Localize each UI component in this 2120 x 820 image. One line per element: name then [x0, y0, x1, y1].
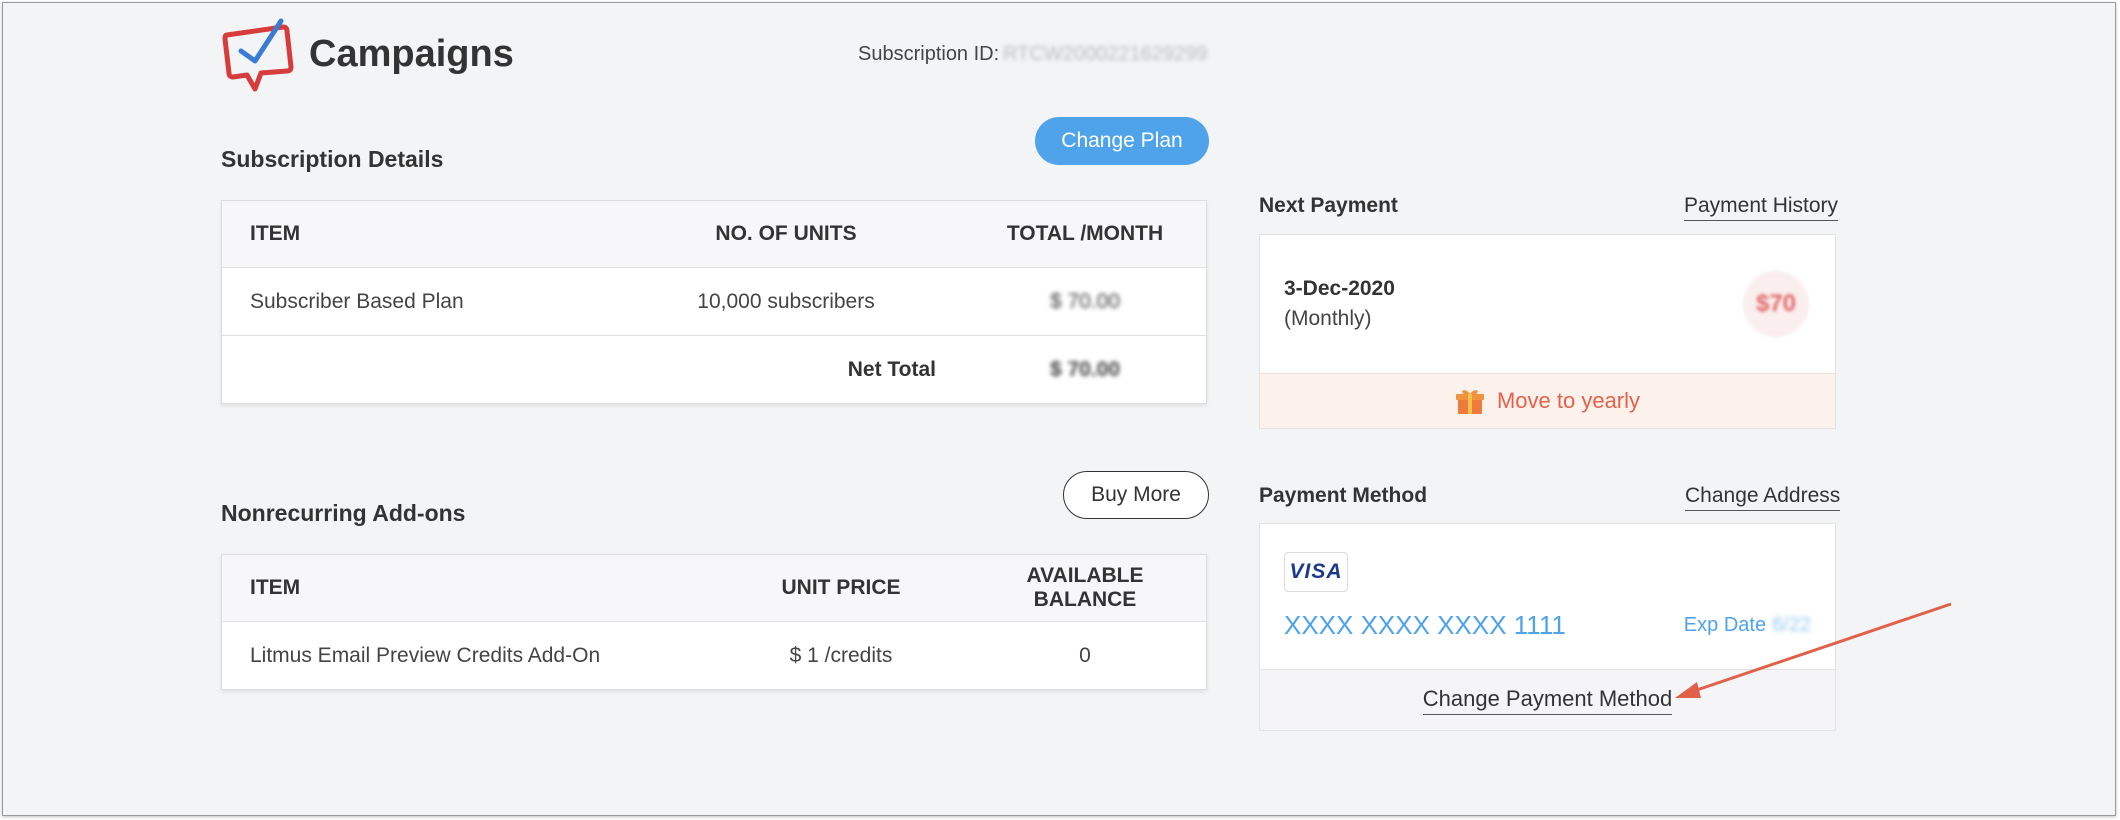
move-to-yearly-button[interactable]: Move to yearly [1260, 373, 1835, 428]
table-row: Litmus Email Preview Credits Add-On $ 1 … [222, 622, 1206, 690]
visa-card-icon: VISA [1284, 552, 1348, 592]
column-header-unit-price: UNIT PRICE [718, 555, 964, 622]
subscription-id-label: Subscription ID: [858, 43, 1000, 65]
plan-item-name: Subscriber Based Plan [222, 267, 608, 336]
next-payment-amount: $70 [1743, 271, 1809, 337]
change-plan-button[interactable]: Change Plan [1035, 117, 1209, 165]
table-header-row: ITEM UNIT PRICE AVAILABLE BALANCE [222, 555, 1206, 622]
net-total-value: $ 70.00 [1049, 357, 1121, 381]
next-payment-period: (Monthly) [1284, 307, 1372, 330]
change-address-link[interactable]: Change Address [1685, 484, 1841, 511]
addon-unit-price: $ 1 /credits [789, 643, 893, 667]
app-frame: Campaigns Subscription ID: RTCW2000221629… [2, 2, 2116, 816]
net-total-row: Net Total $ 70.00 [222, 336, 1206, 404]
payment-method-label: Payment Method [1259, 484, 1428, 507]
column-header-available-balance: AVAILABLE BALANCE [964, 555, 1206, 622]
subscription-id-value: RTCW2000221629299 [1003, 43, 1208, 65]
move-to-yearly-label: Move to yearly [1496, 388, 1641, 413]
table-header-row: ITEM NO. OF UNITS TOTAL /MONTH [222, 201, 1206, 268]
card-number: XXXX XXXX XXXX 1111 [1284, 610, 1566, 640]
next-payment-label: Next Payment [1259, 194, 1398, 217]
addons-title: Nonrecurring Add-ons [221, 500, 466, 526]
gift-icon [1455, 390, 1484, 414]
addon-item-name: Litmus Email Preview Credits Add-On [250, 643, 601, 667]
addon-balance: 0 [1079, 643, 1091, 667]
annotation-arrow-icon [1675, 602, 1952, 698]
next-payment-card: 3-Dec-2020 (Monthly) $70 Move to yearly [1259, 234, 1836, 429]
plan-units: 10,000 subscribers [608, 267, 964, 336]
plan-total: $ 70.00 [964, 267, 1206, 336]
change-payment-method-link[interactable]: Change Payment Method [1422, 686, 1673, 715]
column-header-total: TOTAL /MONTH [964, 201, 1206, 268]
column-header-item: ITEM [222, 201, 608, 268]
subscription-details-title: Subscription Details [221, 146, 444, 172]
addons-table: ITEM UNIT PRICE AVAILABLE BALANCE Litmus… [221, 554, 1207, 690]
table-row: Subscriber Based Plan 10,000 subscribers… [222, 267, 1206, 336]
column-header-item: ITEM [222, 555, 718, 622]
subscription-id: Subscription ID: RTCW2000221629299 [858, 43, 1207, 66]
app-title: Campaigns [309, 33, 514, 75]
buy-more-button[interactable]: Buy More [1063, 471, 1209, 519]
campaigns-logo-icon [222, 18, 294, 92]
subscription-table: ITEM NO. OF UNITS TOTAL /MONTH Subscribe… [221, 200, 1207, 404]
payment-history-link[interactable]: Payment History [1684, 194, 1839, 221]
next-payment-date: 3-Dec-2020 [1284, 277, 1395, 300]
net-total-label: Net Total [847, 357, 936, 381]
column-header-units: NO. OF UNITS [608, 201, 964, 268]
